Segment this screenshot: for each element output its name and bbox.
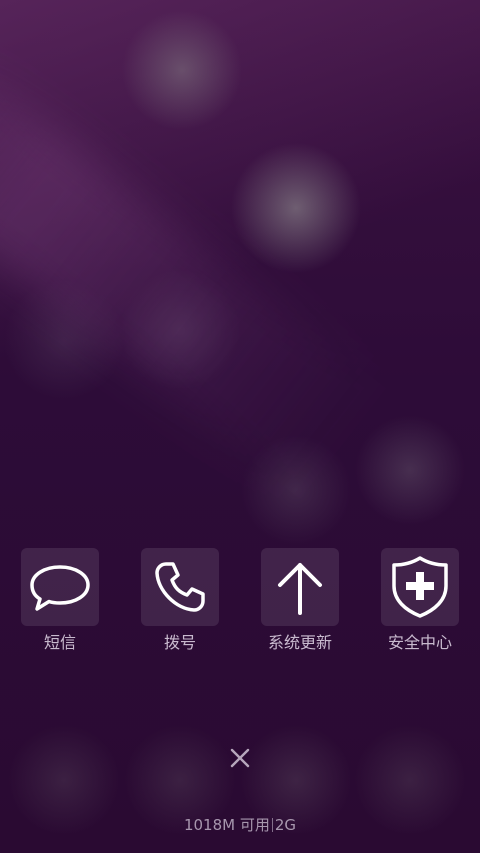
shortcut-label: 拨号	[163, 633, 196, 652]
shortcut-label: 系统更新	[267, 633, 332, 652]
close-button[interactable]	[226, 744, 254, 772]
shortcut-label: 短信	[43, 633, 76, 652]
shortcut-system-update[interactable]: 系统更新	[240, 548, 360, 654]
shortcut-security-center[interactable]: 安全中心	[360, 548, 480, 654]
shortcut-tile[interactable]	[261, 548, 339, 626]
memory-available: 1018M 可用	[183, 816, 270, 834]
shortcut-tile[interactable]	[381, 548, 459, 626]
shortcut-dialer[interactable]: 拨号	[120, 548, 240, 654]
shortcut-tile[interactable]	[141, 548, 219, 626]
arrow-up-icon	[272, 557, 328, 617]
memory-status: 1018M 可用 2G	[0, 814, 480, 836]
memory-total: 2G	[274, 816, 297, 834]
shortcut-tile[interactable]	[21, 548, 99, 626]
shortcut-messages[interactable]: 短信	[0, 548, 120, 654]
close-icon	[226, 748, 254, 776]
phone-icon	[152, 559, 208, 615]
shortcut-label: 安全中心	[387, 633, 452, 652]
message-bubble-icon	[28, 559, 92, 615]
shield-plus-icon	[390, 554, 450, 620]
shortcut-row: 短信 拨号 系统更新 安全中心	[0, 548, 480, 658]
memory-divider	[271, 818, 273, 832]
